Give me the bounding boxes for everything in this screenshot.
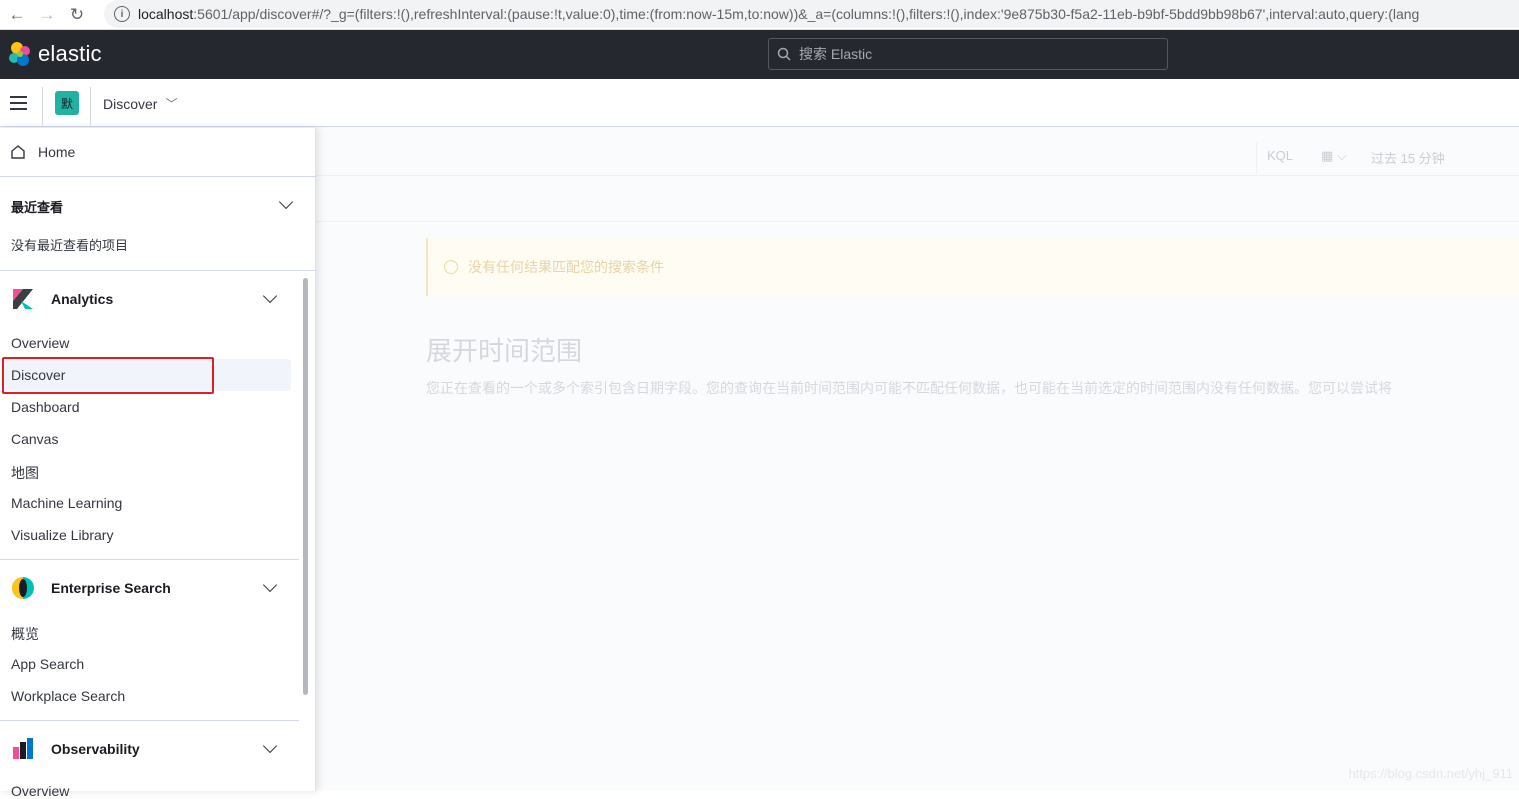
- nav-item-visualize-library[interactable]: Visualize Library: [11, 527, 113, 543]
- expand-time-range-title: 展开时间范围: [426, 336, 583, 366]
- recent-title[interactable]: 最近查看: [11, 197, 63, 216]
- nav-item-canvas[interactable]: Canvas: [11, 431, 58, 447]
- group-analytics-label: Analytics: [51, 291, 114, 307]
- browser-toolbar: ← → ↻ i localhost:5601/app/discover#/?_g…: [0, 0, 1519, 30]
- home-label: Home: [38, 144, 76, 160]
- search-placeholder: 搜索 Elastic: [799, 46, 873, 62]
- breadcrumb-discover[interactable]: Discover: [103, 96, 157, 112]
- chevron-down-icon[interactable]: [262, 577, 278, 593]
- divider: [42, 87, 43, 125]
- app-subheader: 默 Discover ﹀: [0, 79, 1519, 127]
- nav-item-workplace-search[interactable]: Workplace Search: [11, 688, 125, 704]
- discover-content: KQL ▦ ⌵ 过去 15 分钟 没有任何结果匹配您的搜索条件 展开时间范围 您…: [316, 128, 1519, 791]
- home-icon: [11, 145, 25, 159]
- group-observability-label: Observability: [51, 741, 140, 757]
- group-enterprise-search-label: Enterprise Search: [51, 580, 171, 596]
- breadcrumb[interactable]: Discover ﹀: [103, 95, 177, 112]
- logo-text: elastic: [38, 41, 102, 66]
- divider: [90, 87, 91, 125]
- calendar-icon[interactable]: ▦ ⌵: [1321, 148, 1347, 164]
- no-results-callout: 没有任何结果匹配您的搜索条件: [426, 238, 1519, 296]
- group-enterprise-search[interactable]: Enterprise Search: [11, 576, 171, 600]
- nav-item-app-search[interactable]: App Search: [11, 656, 84, 672]
- menu-toggle-icon[interactable]: [10, 96, 27, 110]
- global-search-input[interactable]: 搜索 Elastic: [768, 38, 1168, 70]
- enterprise-search-logo-icon: [12, 577, 34, 599]
- chevron-down-icon[interactable]: [278, 194, 294, 210]
- forward-arrow-icon[interactable]: →: [34, 2, 60, 28]
- divider: [0, 270, 316, 271]
- nav-item-maps[interactable]: 地图: [11, 463, 39, 483]
- info-icon[interactable]: i: [114, 6, 130, 22]
- divider: [0, 720, 299, 721]
- back-arrow-icon[interactable]: ←: [4, 2, 30, 28]
- elastic-logo[interactable]: elastic: [8, 41, 102, 67]
- analytics-logo-icon: [13, 289, 33, 309]
- recent-empty-text: 没有最近查看的项目: [11, 238, 129, 253]
- nav-item-observability-overview[interactable]: Overview: [11, 783, 69, 799]
- expand-time-range-description: 您正在查看的一个或多个索引包含日期字段。您的查询在当前时间范围内可能不匹配任何数…: [426, 380, 1392, 396]
- kql-toggle[interactable]: KQL: [1256, 142, 1293, 174]
- space-avatar[interactable]: 默: [55, 91, 79, 115]
- elastic-cluster-icon: [9, 42, 30, 66]
- flyout-scrollbar[interactable]: [303, 278, 308, 695]
- chevron-down-icon[interactable]: ﹀: [165, 95, 177, 112]
- observability-logo-icon: [13, 738, 33, 759]
- group-observability[interactable]: Observability: [11, 737, 140, 761]
- watermark: https://blog.csdn.net/yhj_911: [1348, 766, 1513, 781]
- help-icon: [444, 260, 458, 274]
- nav-item-overview[interactable]: Overview: [11, 335, 69, 351]
- time-range-label[interactable]: 过去 15 分钟: [1371, 148, 1445, 167]
- chevron-down-icon[interactable]: [262, 738, 278, 754]
- nav-item-dashboard[interactable]: Dashboard: [11, 399, 80, 415]
- nav-item-machine-learning[interactable]: Machine Learning: [11, 495, 122, 511]
- url-host: localhost: [138, 6, 194, 22]
- address-bar[interactable]: i localhost:5601/app/discover#/?_g=(filt…: [104, 0, 1519, 28]
- chevron-down-icon[interactable]: [262, 288, 278, 304]
- discover-highlight-box: [2, 357, 214, 394]
- url-path: :5601/app/discover#/?_g=(filters:!(),ref…: [193, 6, 1420, 22]
- divider: [0, 559, 299, 560]
- query-bar: KQL ▦ ⌵ 过去 15 分钟: [316, 128, 1519, 176]
- filter-strip: [316, 176, 1519, 222]
- callout-text: 没有任何结果匹配您的搜索条件: [468, 259, 664, 275]
- group-analytics[interactable]: Analytics: [11, 287, 113, 311]
- search-icon: [777, 47, 791, 61]
- elastic-header: elastic 搜索 Elastic: [0, 30, 1519, 79]
- nav-item-overview-zh[interactable]: 概览: [11, 624, 39, 644]
- reload-icon[interactable]: ↻: [64, 2, 90, 28]
- navigation-flyout: Home 最近查看 没有最近查看的项目 Analytics Overview D…: [0, 128, 316, 799]
- nav-home[interactable]: Home: [0, 128, 316, 177]
